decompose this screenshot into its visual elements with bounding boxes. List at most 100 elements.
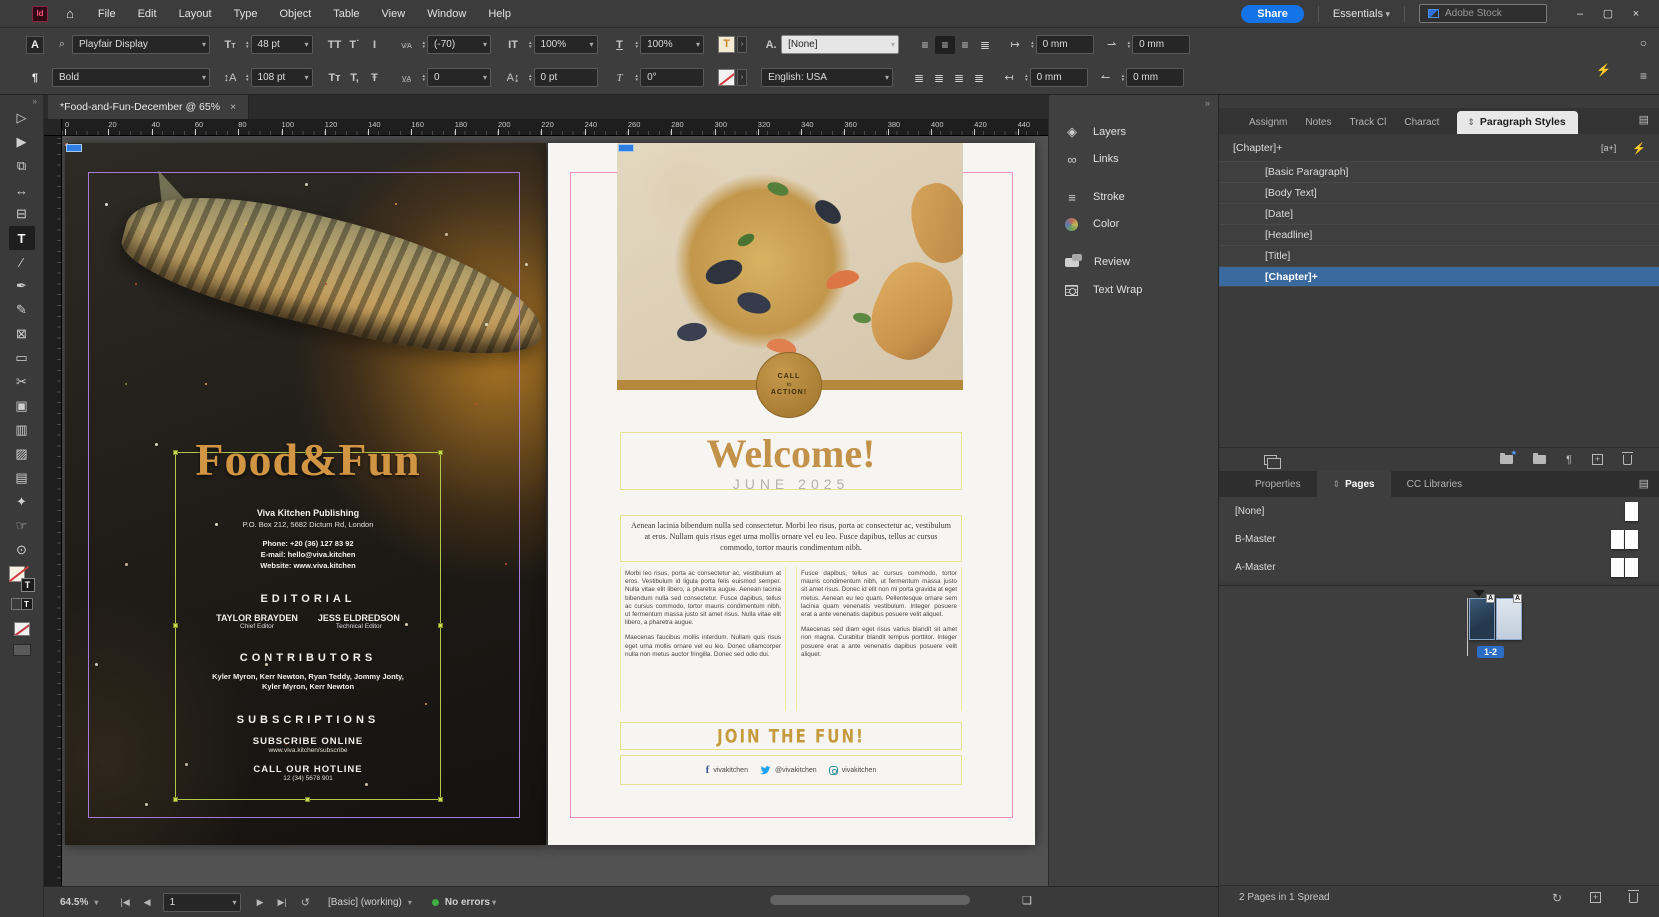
- menu-table[interactable]: Table: [333, 8, 359, 20]
- tab-properties[interactable]: Properties: [1239, 471, 1317, 497]
- horizontal-scrollbar[interactable]: [770, 895, 970, 905]
- review-panel-button[interactable]: Review: [1063, 251, 1130, 273]
- tab-paragraph-styles[interactable]: ⇕ Paragraph Styles: [1457, 111, 1577, 134]
- justify-left-button[interactable]: ≣: [909, 69, 929, 87]
- left-indent-input[interactable]: 0 mm: [1036, 35, 1094, 54]
- page-2[interactable]: CALL to ACTION! Welcome! JUNE 2025 Aenea…: [548, 143, 1035, 845]
- horizontal-ruler[interactable]: 0204060801001201401601802002202402602803…: [62, 119, 1048, 136]
- first-line-indent-stepper[interactable]: ▴ ▾: [1128, 41, 1131, 49]
- pen-tool[interactable]: ✒: [9, 274, 35, 298]
- previous-page-button[interactable]: ◀: [144, 897, 151, 908]
- ruler-origin-box[interactable]: [44, 119, 62, 136]
- vertical-ruler[interactable]: [44, 136, 62, 886]
- link-badge-icon[interactable]: [66, 144, 82, 152]
- create-new-page-icon[interactable]: +: [1590, 892, 1601, 903]
- panel-menu-icon[interactable]: ▤: [1639, 113, 1649, 126]
- skew-input[interactable]: 0°: [640, 68, 704, 87]
- selection-tool[interactable]: ▷: [9, 106, 35, 130]
- panel-menu-icon[interactable]: ≡: [1640, 69, 1647, 83]
- left-indent-stepper[interactable]: ▴ ▾: [1031, 41, 1034, 49]
- pencil-tool[interactable]: ✎: [9, 298, 35, 322]
- justify-center-button[interactable]: ≣: [929, 69, 949, 87]
- language-input[interactable]: English: USA: [761, 68, 893, 87]
- line-tool[interactable]: ∕: [9, 250, 35, 274]
- clear-overrides-icon[interactable]: ⚡: [1632, 142, 1646, 155]
- body-column-2[interactable]: Fusce dapibus, tellus ac cursus commodo,…: [796, 567, 962, 711]
- right-indent-stepper[interactable]: ▴ ▾: [1025, 74, 1028, 82]
- create-new-style-icon[interactable]: +: [1592, 454, 1603, 465]
- body-columns[interactable]: Morbi leo risus, porta ac consectetur ac…: [620, 567, 962, 711]
- first-line-indent-input[interactable]: 0 mm: [1132, 35, 1190, 54]
- font-size-input[interactable]: 48 pt: [251, 35, 313, 54]
- style-title[interactable]: [Title]: [1219, 245, 1659, 266]
- baseline-shift-stepper[interactable]: ▴ ▾: [529, 74, 532, 82]
- close-button[interactable]: ×: [1623, 4, 1649, 24]
- skew-stepper[interactable]: ▴ ▾: [636, 74, 639, 82]
- stroke-panel-button[interactable]: ≡ Stroke: [1063, 186, 1125, 208]
- font-size-stepper[interactable]: ▴ ▾: [246, 41, 249, 49]
- kerning-stepper[interactable]: ▴ ▾: [423, 41, 426, 49]
- gear-icon[interactable]: ○: [1640, 36, 1647, 50]
- justify-last-left-button[interactable]: ≣: [969, 69, 989, 87]
- frame-handle[interactable]: [438, 797, 443, 802]
- character-formatting-icon[interactable]: A: [26, 36, 44, 54]
- font-style-input[interactable]: Bold: [52, 68, 210, 87]
- leading-input[interactable]: 108 pt: [251, 68, 313, 87]
- share-button[interactable]: Share: [1241, 5, 1304, 23]
- menu-edit[interactable]: Edit: [138, 8, 157, 20]
- align-left-button[interactable]: ≡: [915, 36, 935, 54]
- style-group-icon[interactable]: [1264, 455, 1277, 465]
- tab-cc-libraries[interactable]: CC Libraries: [1391, 471, 1479, 497]
- style-basic-paragraph[interactable]: [Basic Paragraph]: [1219, 161, 1659, 182]
- stroke-swatch-icon[interactable]: T: [21, 578, 35, 592]
- page-1[interactable]: Food&Fun Viva Kitchen Publishing P.O. Bo…: [65, 143, 546, 845]
- note-tool[interactable]: ▤: [9, 466, 35, 490]
- tab-assignments[interactable]: Assignm: [1249, 117, 1287, 134]
- justify-full-button[interactable]: ≣: [949, 69, 969, 87]
- content-collector-tool[interactable]: ⊟: [9, 202, 35, 226]
- scissors-tool[interactable]: ✂: [9, 370, 35, 394]
- stroke-color-swatch[interactable]: [718, 69, 735, 86]
- delete-page-icon[interactable]: [1629, 893, 1638, 903]
- stroke-flyout-arrow[interactable]: ›: [737, 69, 747, 86]
- style-body-text[interactable]: [Body Text]: [1219, 182, 1659, 203]
- horizontal-scale-input[interactable]: 100%: [640, 35, 704, 54]
- tab-character-styles[interactable]: Charact: [1404, 117, 1439, 134]
- fill-stroke-swatches[interactable]: T: [9, 566, 35, 592]
- page-tool[interactable]: ⧉: [9, 154, 35, 178]
- adobe-stock-search[interactable]: Adobe Stock: [1419, 4, 1547, 23]
- tab-track-changes[interactable]: Track Cl: [1349, 117, 1386, 134]
- vertical-scale-input[interactable]: 100%: [534, 35, 598, 54]
- baseline-shift-input[interactable]: 0 pt: [534, 68, 598, 87]
- screen-mode-icon[interactable]: [14, 622, 30, 636]
- menu-file[interactable]: File: [98, 8, 116, 20]
- canvas[interactable]: Food&Fun Viva Kitchen Publishing P.O. Bo…: [62, 136, 1048, 886]
- apply-text-icon[interactable]: T: [21, 598, 33, 610]
- redefine-style-icon[interactable]: ¶: [1566, 455, 1572, 465]
- collapse-panel-icon[interactable]: »: [33, 97, 37, 106]
- style-headline[interactable]: [Headline]: [1219, 224, 1659, 245]
- folder-icon[interactable]: [1533, 455, 1546, 464]
- link-badge-icon[interactable]: [618, 144, 634, 152]
- menu-layout[interactable]: Layout: [179, 8, 212, 20]
- hand-tool[interactable]: ☞: [9, 514, 35, 538]
- kerning-input[interactable]: (-70): [427, 35, 491, 54]
- gap-tool[interactable]: ↔: [9, 178, 35, 202]
- free-transform-tool[interactable]: ▣: [9, 394, 35, 418]
- maximize-button[interactable]: ▢: [1595, 4, 1621, 24]
- view-options-icon[interactable]: [13, 644, 31, 656]
- strikethrough-icon[interactable]: Tт: [325, 72, 345, 84]
- all-caps-icon[interactable]: TT: [325, 39, 345, 51]
- vertical-scale-stepper[interactable]: ▴ ▾: [529, 41, 532, 49]
- frame-handle[interactable]: [305, 797, 310, 802]
- tracking-input[interactable]: 0: [427, 68, 491, 87]
- tab-pages[interactable]: ⇕ Pages: [1317, 471, 1391, 497]
- master-b[interactable]: B-Master: [1219, 525, 1659, 553]
- panel-menu-icon[interactable]: ▤: [1639, 477, 1649, 490]
- spread-number-label[interactable]: 1-2: [1477, 646, 1504, 658]
- intro-frame[interactable]: Aenean lacinia bibendum nulla sed consec…: [620, 515, 962, 562]
- headline-frame[interactable]: Welcome! JUNE 2025: [620, 432, 962, 490]
- workspace-switcher[interactable]: Essentials: [1333, 8, 1390, 20]
- align-center-button[interactable]: ≡: [935, 36, 955, 54]
- social-frame[interactable]: f vivakitchen @vivakitchen vivakitchen: [620, 755, 962, 785]
